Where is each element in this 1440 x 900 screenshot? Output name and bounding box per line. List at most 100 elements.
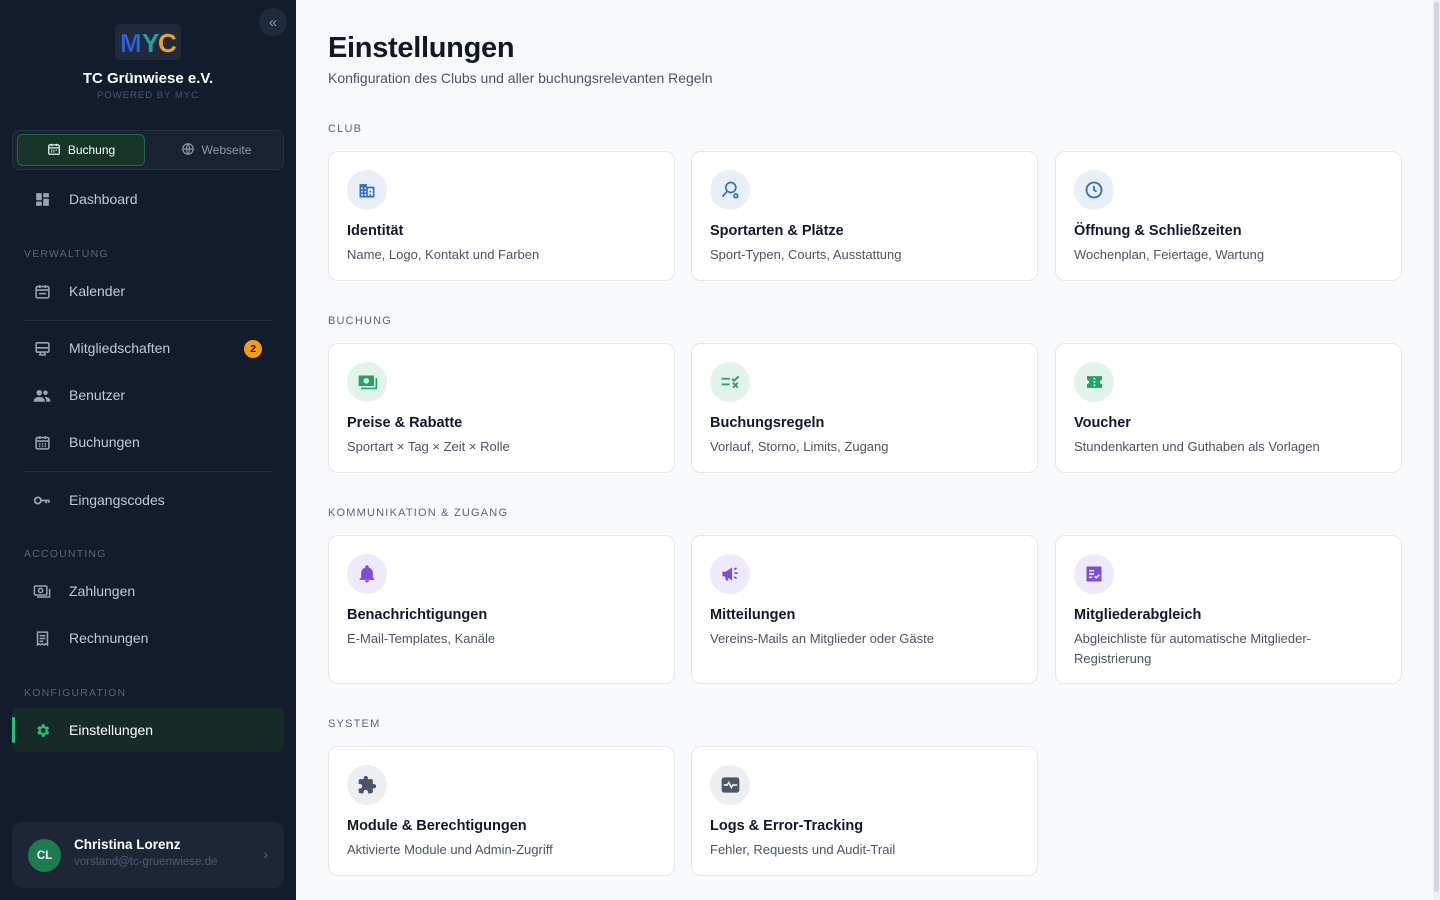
card-title: Voucher <box>1074 415 1131 431</box>
card-title: Benachrichtigungen <box>347 607 488 623</box>
card-title: Buchungsregeln <box>710 415 825 431</box>
section-title-system: SYSTEM <box>328 718 381 730</box>
club-logo: M Y C <box>115 24 181 60</box>
club-name: TC Grünwiese e.V. <box>82 70 214 87</box>
sidebar-item-label: Kalender <box>69 283 126 299</box>
user-profile-card[interactable]: CL Christina Lorenz vorstand@tc-gruenwie… <box>12 822 284 888</box>
settings-card-logs[interactable]: Logs & Error-Tracking Fehler, Requests u… <box>691 746 1038 876</box>
chevrons-left-icon: « <box>268 13 278 31</box>
scrollbar-thumb[interactable] <box>1434 2 1439 892</box>
sidebar-item-label: Einstellungen <box>69 722 154 738</box>
checklist-icon <box>1074 554 1114 594</box>
settings-card-sportarten[interactable]: Sportarten & Plätze Sport-Typen, Courts,… <box>691 151 1038 281</box>
settings-card-oeffnungszeiten[interactable]: Öffnung & Schließzeiten Wochenplan, Feie… <box>1055 151 1402 281</box>
powered-by: POWERED BY MYC <box>97 90 199 101</box>
settings-card-buchungsregeln[interactable]: Buchungsregeln Vorlauf, Storno, Limits, … <box>691 343 1038 473</box>
card-title: Preise & Rabatte <box>347 415 463 431</box>
dashboard-icon <box>33 190 51 208</box>
settings-card-preise[interactable]: Preise & Rabatte Sportart × Tag × Zeit ×… <box>328 343 675 473</box>
sidebar-item-label: Buchungen <box>69 434 140 450</box>
sidebar-item-dashboard[interactable]: Dashboard <box>24 181 272 217</box>
section-title-kommunikation: KOMMUNIKATION & ZUGANG <box>328 507 509 519</box>
calendar-icon <box>33 282 51 300</box>
sidebar-divider <box>24 471 272 472</box>
card-description: Vorlauf, Storno, Limits, Zugang <box>710 439 889 454</box>
card-description: Stundenkarten und Guthaben als Vorlagen <box>1074 439 1320 454</box>
sidebar-item-label: Zahlungen <box>69 583 136 599</box>
card-description: Abgleichliste für automatische Mitgliede… <box>1074 631 1311 666</box>
sidebar: « M Y C TC Grünwiese e.V. POWERED BY MYC… <box>0 0 296 900</box>
section-title-buchung: BUCHUNG <box>328 315 393 327</box>
sidebar-item-label: Benutzer <box>69 387 126 403</box>
payments-icon <box>33 582 51 600</box>
card-description: E-Mail-Templates, Kanäle <box>347 631 496 646</box>
sidebar-item-einstellungen[interactable]: Einstellungen <box>12 708 284 752</box>
card-title: Mitgliederabgleich <box>1074 607 1202 623</box>
svg-text:Y: Y <box>142 28 159 57</box>
page-title: Einstellungen <box>328 32 515 64</box>
card-title: Logs & Error-Tracking <box>710 818 864 834</box>
puzzle-icon <box>347 765 387 805</box>
settings-card-mitteilungen[interactable]: Mitteilungen Vereins-Mails an Mitglieder… <box>691 535 1038 684</box>
user-name: Christina Lorenz <box>74 837 181 852</box>
megaphone-icon <box>710 554 750 594</box>
card-description: Sportart × Tag × Zeit × Rolle <box>347 439 510 454</box>
sidebar-item-rechnungen[interactable]: Rechnungen <box>24 620 272 656</box>
svg-text:C: C <box>158 28 177 57</box>
collapse-sidebar-button[interactable]: « <box>259 8 287 36</box>
card-description: Name, Logo, Kontakt und Farben <box>347 247 540 262</box>
ticket-icon <box>1074 362 1114 402</box>
mode-tab-label: Buchung <box>67 143 116 157</box>
sidebar-item-benutzer[interactable]: Benutzer <box>24 377 272 413</box>
mode-tab-buchung[interactable]: Buchung <box>17 134 145 166</box>
section-title-club: CLUB <box>328 123 363 135</box>
calendar-icon <box>47 142 61 159</box>
card-title: Mitteilungen <box>710 607 796 623</box>
receipt-icon <box>33 629 51 647</box>
card-description: Aktivierte Module und Admin-Zugriff <box>347 842 553 857</box>
sidebar-item-label: Mitgliedschaften <box>69 340 171 356</box>
card-description: Vereins-Mails an Mitglieder oder Gäste <box>710 631 934 646</box>
sidebar-item-label: Rechnungen <box>69 630 149 646</box>
sidebar-divider <box>24 320 272 321</box>
card-title: Öffnung & Schließzeiten <box>1074 223 1242 239</box>
svg-text:M: M <box>120 28 142 57</box>
key-icon <box>33 491 51 509</box>
sidebar-item-label: Eingangscodes <box>69 492 165 508</box>
building-icon <box>347 170 387 210</box>
sidebar-item-eingangscodes[interactable]: Eingangscodes <box>24 482 272 518</box>
chevron-right-icon: › <box>263 846 268 862</box>
section-label-accounting: ACCOUNTING <box>24 548 107 560</box>
users-icon <box>33 386 51 404</box>
sidebar-item-mitgliedschaften[interactable]: Mitgliedschaften 2 <box>24 330 272 366</box>
sidebar-item-kalender[interactable]: Kalender <box>24 273 272 309</box>
section-label-konfiguration: KONFIGURATION <box>24 687 127 699</box>
mode-tab-webseite[interactable]: Webseite <box>152 134 280 166</box>
membership-card-icon <box>33 339 51 357</box>
settings-card-benachrichtigungen[interactable]: Benachrichtigungen E-Mail-Templates, Kan… <box>328 535 675 684</box>
settings-card-module[interactable]: Module & Berechtigungen Aktivierte Modul… <box>328 746 675 876</box>
card-title: Sportarten & Plätze <box>710 223 844 239</box>
card-description: Sport-Typen, Courts, Ausstattung <box>710 247 902 262</box>
card-description: Wochenplan, Feiertage, Wartung <box>1074 247 1265 262</box>
mode-tab-label: Webseite <box>201 143 252 157</box>
mode-switch: Buchung Webseite <box>12 130 284 170</box>
settings-card-identitaet[interactable]: Identität Name, Logo, Kontakt und Farben <box>328 151 675 281</box>
money-icon <box>347 362 387 402</box>
clock-icon <box>1074 170 1114 210</box>
avatar: CL <box>28 839 61 872</box>
settings-card-voucher[interactable]: Voucher Stundenkarten und Guthaben als V… <box>1055 343 1402 473</box>
calendar-grid-icon <box>33 433 51 451</box>
settings-card-mitgliederabgleich[interactable]: Mitgliederabgleich Abgleichliste für aut… <box>1055 535 1402 684</box>
user-email: vorstand@tc-gruenwiese.de <box>74 856 218 868</box>
card-description: Fehler, Requests und Audit-Trail <box>710 842 896 857</box>
sidebar-item-buchungen[interactable]: Buchungen <box>24 424 272 460</box>
sidebar-item-zahlungen[interactable]: Zahlungen <box>24 573 272 609</box>
sidebar-item-label: Dashboard <box>69 191 138 207</box>
racket-icon <box>710 170 750 210</box>
globe-icon <box>181 142 195 159</box>
rule-icon <box>710 362 750 402</box>
card-title: Identität <box>347 223 404 239</box>
gear-icon <box>33 721 51 739</box>
page-subtitle: Konfiguration des Clubs und aller buchun… <box>328 70 713 86</box>
